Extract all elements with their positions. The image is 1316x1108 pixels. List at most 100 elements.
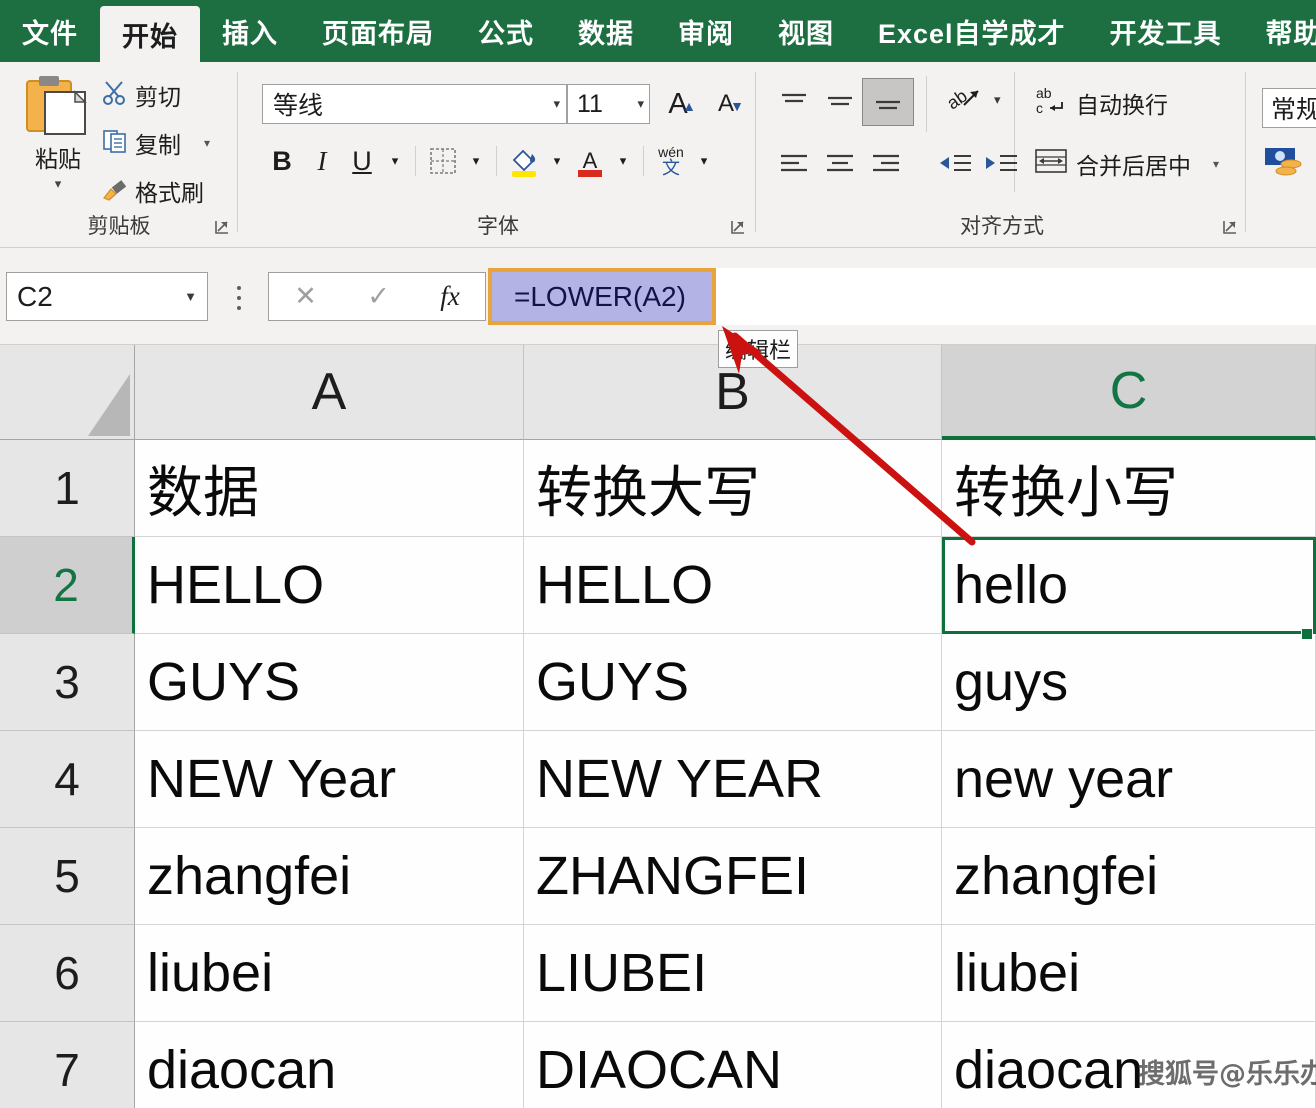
name-box[interactable]: C2 ▼: [6, 272, 208, 321]
font-size-value: 11: [577, 89, 603, 118]
tab-file[interactable]: 文件: [0, 0, 100, 62]
merge-center-caret-icon[interactable]: ▾: [1213, 157, 1219, 171]
shrink-font-button[interactable]: A ▼: [706, 84, 746, 124]
underline-button[interactable]: U: [342, 140, 382, 182]
italic-button[interactable]: I: [302, 140, 342, 182]
align-left-button[interactable]: [772, 144, 816, 184]
chevron-down-icon[interactable]: ▾: [637, 96, 644, 112]
formula-highlight-box[interactable]: =LOWER(A2): [488, 268, 716, 325]
align-center-button[interactable]: [818, 144, 862, 184]
cell-c4[interactable]: new year: [942, 731, 1316, 828]
font-name-combo[interactable]: 等线 ▾: [262, 84, 567, 124]
cell-a3[interactable]: GUYS: [135, 634, 524, 731]
align-right-button[interactable]: [864, 144, 908, 184]
fill-color-button[interactable]: [504, 140, 544, 182]
wrap-text-button[interactable]: ab c 自动换行: [1034, 84, 1168, 121]
tab-home[interactable]: 开始: [100, 6, 200, 62]
cancel-formula-icon[interactable]: ✕: [294, 281, 317, 312]
borders-caret-icon[interactable]: ▾: [463, 140, 489, 182]
align-bottom-button[interactable]: [862, 78, 914, 126]
confirm-formula-icon[interactable]: ✓: [367, 281, 390, 312]
decrease-indent-button[interactable]: [934, 144, 978, 184]
alignment-dialog-launcher[interactable]: [1220, 218, 1240, 238]
grow-font-button[interactable]: A ▲: [658, 84, 698, 124]
chevron-down-icon[interactable]: ▾: [553, 96, 560, 112]
borders-button[interactable]: [423, 140, 463, 182]
tab-page-layout[interactable]: 页面布局: [300, 0, 456, 62]
format-painter-button[interactable]: 格式刷: [102, 174, 204, 208]
row-header-4[interactable]: 4: [0, 731, 135, 828]
insert-function-icon[interactable]: fx: [440, 281, 460, 312]
phonetic-guide-button[interactable]: wén 文: [651, 140, 691, 182]
chevron-down-icon[interactable]: ▼: [184, 289, 197, 304]
underline-caret-icon[interactable]: ▾: [382, 140, 408, 182]
cut-button[interactable]: 剪切: [102, 78, 181, 112]
cell-b5[interactable]: ZHANGFEI: [524, 828, 942, 925]
fill-handle[interactable]: [1301, 628, 1313, 640]
tab-review[interactable]: 审阅: [656, 0, 756, 62]
cell-b7[interactable]: DIAOCAN: [524, 1022, 942, 1108]
row-header-2[interactable]: 2: [0, 537, 135, 634]
row-header-7[interactable]: 7: [0, 1022, 135, 1108]
phonetic-caret-icon[interactable]: ▾: [691, 140, 717, 182]
tab-developer[interactable]: 开发工具: [1088, 0, 1244, 62]
increase-indent-button[interactable]: [980, 144, 1024, 184]
column-header-c[interactable]: C: [942, 345, 1316, 440]
merge-center-label: 合并后居中: [1076, 152, 1191, 179]
font-dialog-launcher[interactable]: [728, 218, 748, 238]
currency-format-icon[interactable]: [1264, 146, 1306, 178]
select-all-corner[interactable]: [0, 345, 135, 440]
tab-excel-self-study[interactable]: Excel自学成才: [856, 0, 1088, 62]
alignment-group-label: 对齐方式: [960, 215, 1044, 238]
tab-insert[interactable]: 插入: [200, 0, 300, 62]
align-middle-button[interactable]: [818, 82, 862, 122]
bold-button[interactable]: B: [262, 140, 302, 182]
cell-c5[interactable]: zhangfei: [942, 828, 1316, 925]
paste-button[interactable]: 粘贴 ▾: [16, 74, 100, 192]
cell-c6[interactable]: liubei: [942, 925, 1316, 1022]
merge-center-button[interactable]: 合并后居中 ▾: [1034, 146, 1219, 181]
cell-c1[interactable]: 转换小写: [942, 440, 1316, 537]
cell-a7[interactable]: diaocan: [135, 1022, 524, 1108]
cell-c3[interactable]: guys: [942, 634, 1316, 731]
tab-help[interactable]: 帮助: [1244, 0, 1316, 62]
font-size-combo[interactable]: 11 ▾: [567, 84, 650, 124]
align-top-button[interactable]: [772, 82, 816, 122]
paste-caret-icon[interactable]: ▾: [16, 176, 100, 192]
font-color-button[interactable]: A: [570, 140, 610, 182]
cell-b4[interactable]: NEW YEAR: [524, 731, 942, 828]
orientation-button[interactable]: ab: [938, 80, 990, 120]
row-header-3[interactable]: 3: [0, 634, 135, 731]
cell-b6[interactable]: LIUBEI: [524, 925, 942, 1022]
number-format-combo[interactable]: 常规: [1262, 88, 1316, 128]
cell-a2[interactable]: HELLO: [135, 537, 524, 634]
tab-formulas[interactable]: 公式: [456, 0, 556, 62]
clipboard-dialog-launcher[interactable]: [212, 218, 232, 238]
tab-data[interactable]: 数据: [556, 0, 656, 62]
font-color-caret-icon[interactable]: ▾: [610, 140, 636, 182]
formula-input[interactable]: =LOWER(A2): [488, 268, 1316, 325]
cell-b3[interactable]: GUYS: [524, 634, 942, 731]
row-header-5[interactable]: 5: [0, 828, 135, 925]
clipboard-group-label: 剪贴板: [87, 215, 151, 238]
cell-a5[interactable]: zhangfei: [135, 828, 524, 925]
cell-c2[interactable]: hello: [942, 537, 1316, 634]
more-options-icon[interactable]: [232, 286, 246, 310]
divider: [643, 146, 644, 176]
cell-a6[interactable]: liubei: [135, 925, 524, 1022]
paste-label: 粘贴: [35, 146, 81, 172]
cell-b1[interactable]: 转换大写: [524, 440, 942, 537]
cell-a1[interactable]: 数据: [135, 440, 524, 537]
orientation-caret-icon[interactable]: ▾: [994, 92, 1001, 108]
column-header-a[interactable]: A: [135, 345, 524, 440]
copy-caret-icon[interactable]: ▾: [204, 136, 210, 150]
tab-view[interactable]: 视图: [756, 0, 856, 62]
row-header-1[interactable]: 1: [0, 440, 135, 537]
cell-a4[interactable]: NEW Year: [135, 731, 524, 828]
copy-button[interactable]: 复制 ▾: [102, 126, 210, 160]
copy-icon: [102, 128, 128, 159]
row-header-6[interactable]: 6: [0, 925, 135, 1022]
cell-b2[interactable]: HELLO: [524, 537, 942, 634]
fill-color-caret-icon[interactable]: ▾: [544, 140, 570, 182]
spreadsheet-grid: A B C 1 2 3 4 5 6 7 数据 转换大写 转换小写 HELLO H…: [0, 345, 1316, 1108]
